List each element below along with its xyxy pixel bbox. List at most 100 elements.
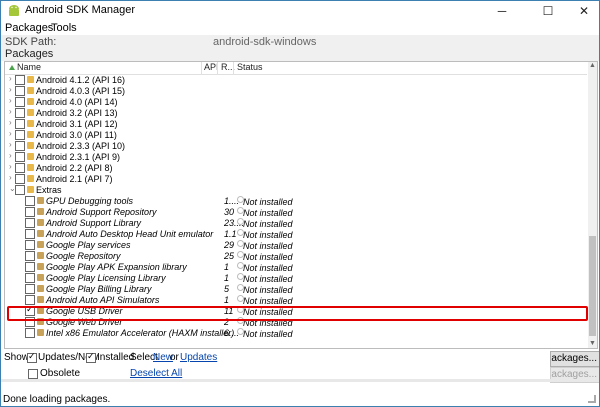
row-status: Not installed [243, 252, 293, 262]
table-row[interactable]: › Android 4.0 (API 14) [5, 96, 587, 108]
row-checkbox[interactable] [25, 240, 35, 250]
menu-tools[interactable]: Tools [51, 22, 77, 34]
table-row[interactable]: Android Support Library 23.... Not install… [5, 218, 587, 229]
row-checkbox[interactable] [15, 108, 25, 118]
row-checkbox[interactable] [15, 152, 25, 162]
folder-icon [27, 175, 34, 182]
table-row[interactable]: Google Play Billing Library 5 Not installe… [5, 284, 587, 295]
installed-checkbox[interactable] [86, 351, 96, 363]
folder-icon [27, 186, 34, 193]
table-row[interactable]: › Android 3.0 (API 11) [5, 129, 587, 141]
row-checkbox[interactable] [25, 229, 35, 239]
row-checkbox[interactable] [15, 97, 25, 107]
table-row[interactable]: › Android 3.2 (API 13) [5, 107, 587, 119]
table-row[interactable]: › Android 2.3.3 (API 10) [5, 140, 587, 152]
row-checkbox[interactable] [25, 251, 35, 261]
expand-icon[interactable]: › [9, 107, 12, 116]
row-status: Not installed [243, 296, 293, 306]
folder-icon [27, 131, 34, 138]
row-checkbox[interactable] [25, 262, 35, 272]
deselect-all-link[interactable]: Deselect All [130, 368, 182, 379]
table-row[interactable]: Android Support Repository 30 Not installe… [5, 207, 587, 218]
row-checkbox[interactable] [15, 185, 25, 195]
row-name: Android 3.2 (API 13) [36, 108, 118, 118]
col-separator [233, 62, 234, 74]
row-checkbox[interactable] [25, 218, 35, 228]
col-status-header[interactable]: Status [237, 62, 263, 72]
table-row[interactable]: Intel x86 Emulator Accelerator (HAXM ins… [5, 328, 587, 339]
select-updates-link[interactable]: Updates [180, 352, 217, 363]
row-status: Not installed [243, 329, 293, 339]
row-api: 1 [224, 295, 230, 305]
packages-section-label: Packages [1, 47, 599, 61]
folder-icon [27, 98, 34, 105]
row-name: Android Auto API Simulators [46, 295, 160, 305]
obsolete-checkbox[interactable] [28, 369, 38, 379]
install-packages-button[interactable]: Install 2 packages... [550, 351, 599, 367]
expand-icon[interactable]: › [9, 118, 12, 127]
menu-packages[interactable]: Packages [5, 22, 53, 34]
scroll-thumb[interactable] [589, 236, 596, 336]
row-name: Google Play Billing Library [46, 284, 152, 294]
folder-icon [27, 120, 34, 127]
resize-grip-icon[interactable] [588, 395, 596, 403]
row-name: Android 2.3.1 (API 9) [36, 152, 121, 162]
row-checkbox[interactable] [15, 86, 25, 96]
row-status: Not installed [243, 208, 293, 218]
row-checkbox[interactable] [15, 75, 25, 85]
table-row[interactable]: GPU Debugging tools 1.... Not installed [5, 196, 587, 207]
row-checkbox[interactable] [25, 328, 35, 338]
row-checkbox[interactable] [25, 207, 35, 217]
row-checkbox[interactable] [15, 174, 25, 184]
table-row[interactable]: Google Repository 25 Not installed [5, 251, 587, 262]
row-status: Not installed [243, 241, 293, 251]
table-row[interactable]: ⌄ Extras [5, 184, 587, 196]
updates-new-checkbox[interactable] [27, 351, 37, 363]
table-row[interactable]: › Android 2.2 (API 8) [5, 162, 587, 174]
scroll-up-icon[interactable]: ▲ [589, 62, 596, 70]
maximize-button[interactable]: ☐ [531, 1, 565, 21]
scroll-down-icon[interactable]: ▼ [589, 340, 596, 348]
minimize-button[interactable]: ─ [485, 1, 519, 21]
row-checkbox[interactable] [15, 130, 25, 140]
expand-icon[interactable]: › [9, 74, 12, 83]
table-row[interactable]: Google Play APK Expansion library 1 Not in… [5, 262, 587, 273]
table-row[interactable]: Google Play services 29 Not installed [5, 240, 587, 251]
package-icon [37, 197, 44, 204]
row-name: Android Auto Desktop Head Unit emulator [46, 229, 214, 239]
table-row[interactable]: Android Auto API Simulators 1 Not installe… [5, 295, 587, 306]
package-icon [37, 230, 44, 237]
table-row[interactable]: › Android 4.0.3 (API 15) [5, 85, 587, 97]
row-checkbox[interactable] [15, 119, 25, 129]
or-label: or [170, 352, 179, 363]
row-api: 30 [224, 207, 235, 217]
row-checkbox[interactable] [25, 273, 35, 283]
row-checkbox[interactable] [25, 196, 35, 206]
expand-icon[interactable]: › [9, 85, 12, 94]
row-api: 29 [224, 240, 235, 250]
table-row[interactable]: › Android 3.1 (API 12) [5, 118, 587, 130]
col-name-header[interactable]: Name [17, 62, 41, 72]
table-row[interactable]: › Android 2.1 (API 7) [5, 173, 587, 185]
expand-icon[interactable]: › [9, 140, 12, 149]
expand-icon[interactable]: › [9, 96, 12, 105]
packages-label: Packages [5, 48, 54, 60]
table-row[interactable]: › Android 4.1.2 (API 16) [5, 74, 587, 86]
row-name: Google Play services [46, 240, 131, 250]
row-name: Intel x86 Emulator Accelerator (HAXM ins… [46, 328, 235, 338]
expand-icon[interactable]: › [9, 173, 12, 182]
row-checkbox[interactable] [15, 141, 25, 151]
expand-icon[interactable]: › [9, 151, 12, 160]
table-row[interactable]: Android Auto Desktop Head Unit emulator 1… [5, 229, 587, 240]
row-checkbox[interactable] [15, 163, 25, 173]
folder-icon [27, 164, 34, 171]
row-name: Google Repository [46, 251, 121, 261]
expand-icon[interactable]: › [9, 129, 12, 138]
table-row[interactable]: Google Play Licensing Library 1 Not instal… [5, 273, 587, 284]
table-row[interactable]: › Android 2.3.1 (API 9) [5, 151, 587, 163]
expand-icon[interactable]: › [9, 162, 12, 171]
folder-icon [27, 142, 34, 149]
row-checkbox[interactable] [25, 284, 35, 294]
close-button[interactable]: ✕ [567, 1, 599, 21]
vertical-scrollbar[interactable]: ▲ ▼ [588, 62, 597, 348]
